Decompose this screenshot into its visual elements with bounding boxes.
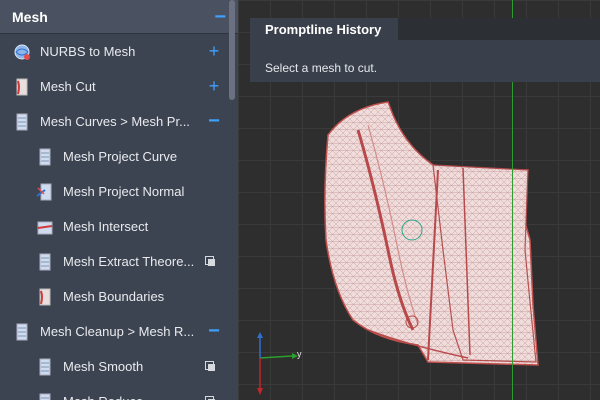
mesh-project-normal-icon	[35, 182, 55, 202]
panel-list: NURBS to Mesh + Mesh Cut + Mesh Curves > Mes…	[0, 34, 238, 400]
panel-item-mesh-curves-mesh-pr[interactable]: Mesh Curves > Mesh Pr... −	[0, 104, 238, 139]
mesh-boundaries-icon	[35, 287, 55, 307]
mesh-cleanup-icon	[12, 322, 32, 342]
mesh-extract-icon	[35, 252, 55, 272]
panel-header-mesh[interactable]: Mesh −	[0, 0, 238, 34]
collapse-minus-icon[interactable]: −	[206, 111, 222, 131]
panel-item-mesh-reduce[interactable]: Mesh Reduce	[0, 384, 238, 400]
panel-item-nurbs-to-mesh[interactable]: NURBS to Mesh +	[0, 34, 238, 69]
mesh-project-curve-icon	[35, 147, 55, 167]
mesh-reduce-icon	[35, 392, 55, 400]
panel-item-mesh-project-normal[interactable]: Mesh Project Normal	[0, 174, 238, 209]
panel-item-mesh-project-curve[interactable]: Mesh Project Curve	[0, 139, 238, 174]
copy-icon[interactable]	[202, 358, 218, 374]
panel-item-mesh-smooth[interactable]: Mesh Smooth	[0, 349, 238, 384]
mesh-curves-icon	[12, 112, 32, 132]
panel-item-mesh-intersect[interactable]: Mesh Intersect	[0, 209, 238, 244]
expand-plus-icon[interactable]: +	[206, 42, 222, 60]
mesh-panel: Mesh − NURBS to Mesh + Mesh Cut + Mesh Curve…	[0, 0, 239, 400]
mesh-intersect-icon	[35, 217, 55, 237]
copy-icon[interactable]	[202, 393, 218, 400]
panel-item-label: Mesh Intersect	[63, 219, 149, 234]
collapse-icon[interactable]: −	[214, 7, 226, 27]
expand-plus-icon[interactable]: +	[206, 77, 222, 95]
panel-item-label: Mesh Project Normal	[63, 184, 185, 199]
panel-title: Mesh	[12, 8, 48, 25]
mesh-cut-icon	[12, 77, 32, 97]
panel-scrollbar[interactable]	[229, 0, 235, 100]
panel-item-mesh-cut[interactable]: Mesh Cut +	[0, 69, 238, 104]
mesh-smooth-icon	[35, 357, 55, 377]
promptline-message: Select a mesh to cut.	[265, 61, 378, 75]
tab-promptline-history[interactable]: Promptline History	[250, 18, 398, 42]
panel-item-label: Mesh Project Curve	[63, 149, 178, 164]
nurbs-to-mesh-icon	[12, 42, 32, 62]
copy-icon[interactable]	[202, 253, 218, 269]
panel-item-label: Mesh Boundaries	[63, 289, 165, 304]
axis-y-label: y	[297, 349, 302, 359]
collapse-minus-icon[interactable]: −	[206, 321, 222, 341]
promptline-panel: Promptline History Select a mesh to cut.	[250, 18, 600, 82]
panel-item-mesh-extract-theore[interactable]: Mesh Extract Theore...	[0, 244, 238, 279]
panel-item-mesh-cleanup-mesh-r[interactable]: Mesh Cleanup > Mesh R... −	[0, 314, 238, 349]
panel-item-mesh-boundaries[interactable]: Mesh Boundaries	[0, 279, 238, 314]
